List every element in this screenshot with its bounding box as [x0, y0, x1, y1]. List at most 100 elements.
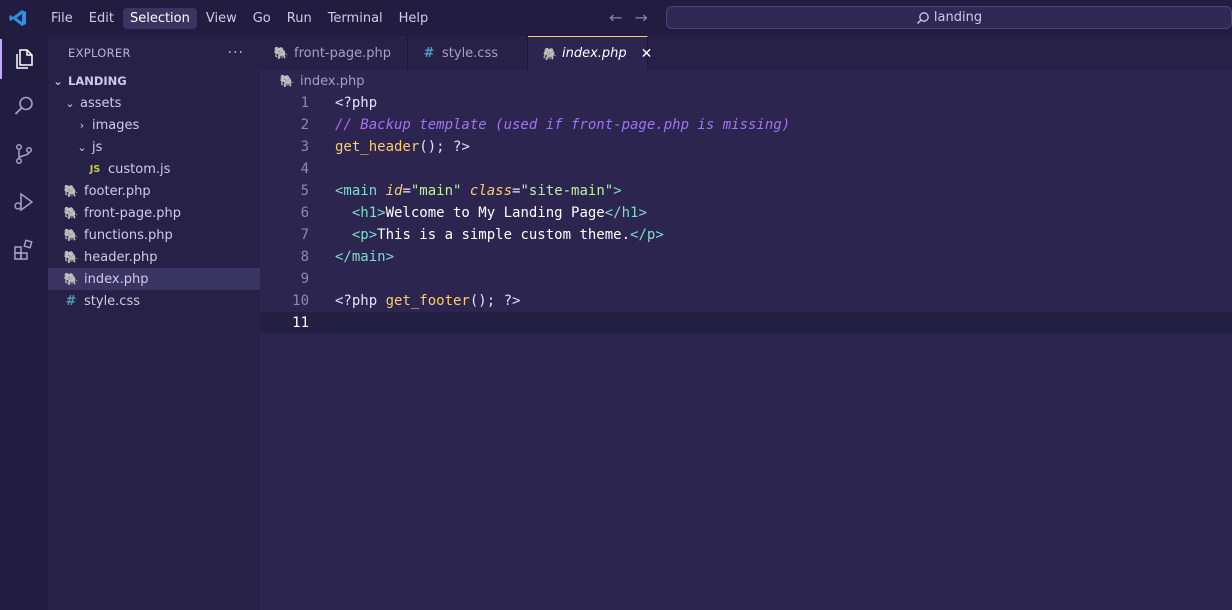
code-token: (); ?>	[419, 139, 470, 155]
source-control-icon[interactable]	[0, 134, 48, 174]
php-file-icon: 🐘	[63, 228, 79, 242]
code-line: 1 <?php	[260, 92, 1232, 114]
line-number: 1	[300, 95, 309, 111]
menu-view[interactable]: View	[199, 8, 244, 29]
line-number: 6	[300, 205, 309, 221]
code-line: 9	[260, 268, 1232, 290]
command-center-search[interactable]: landing	[666, 6, 1232, 29]
explorer-sidebar: EXPLORER ··· ⌄ LANDING ⌄ assets › images ⌄ js…	[48, 36, 276, 610]
code-token: <?php	[335, 95, 378, 111]
menu-help[interactable]: Help	[392, 8, 436, 29]
folder-item[interactable]: ⌄ js	[48, 136, 288, 158]
run-debug-icon[interactable]	[0, 182, 48, 222]
file-item[interactable]: 🐘 footer.php	[48, 180, 276, 202]
forward-arrow-icon[interactable]: →	[634, 8, 647, 28]
tab-label: style.css	[442, 45, 498, 61]
chevron-down-icon: ⌄	[53, 74, 63, 88]
back-arrow-icon[interactable]: ←	[609, 8, 622, 28]
file-item[interactable]: 🐘 functions.php	[48, 224, 276, 246]
code-line: 6 <h1>Welcome to My Landing Page</h1>	[260, 202, 1232, 224]
title-bar: File Edit Selection View Go Run Terminal Help ←…	[0, 0, 1232, 36]
nav-arrows: ← →	[609, 8, 648, 28]
php-file-icon: 🐘	[63, 184, 79, 198]
tab-label: index.php	[562, 46, 627, 61]
menu-terminal[interactable]: Terminal	[321, 8, 390, 29]
line-number: 3	[300, 139, 309, 155]
menu-run[interactable]: Run	[280, 8, 319, 29]
file-item[interactable]: 🐘 index.php	[48, 268, 276, 290]
file-item[interactable]: 🐘 header.php	[48, 246, 276, 268]
file-label: custom.js	[108, 161, 171, 177]
close-icon[interactable]: ✕	[641, 46, 653, 62]
breadcrumb: 🐘 index.php	[260, 70, 1232, 92]
explorer-icon[interactable]	[0, 39, 48, 79]
search-icon[interactable]	[0, 86, 48, 126]
line-number: 2	[300, 117, 309, 133]
code-token: </main>	[335, 249, 395, 265]
code-token: get_footer	[385, 293, 470, 309]
line-number: 11	[292, 315, 309, 331]
breadcrumb-file[interactable]: index.php	[300, 74, 364, 89]
activity-bar	[0, 36, 48, 610]
css-file-icon: #	[423, 45, 435, 61]
js-file-icon: JS	[89, 163, 101, 175]
code-text: <?php get_footer(); ?>	[335, 290, 520, 312]
code-line: 8 </main>	[260, 246, 1232, 268]
code-text: <p>This is a simple custom theme.</p>	[335, 224, 664, 246]
folder-root[interactable]: ⌄ LANDING	[48, 70, 264, 92]
folder-root-label: LANDING	[68, 74, 127, 88]
line-number: 7	[300, 227, 309, 243]
code-token: This is a simple custom theme.	[377, 227, 631, 243]
vscode-logo-icon	[9, 9, 27, 27]
code-text: <h1>Welcome to My Landing Page</h1>	[335, 202, 647, 224]
menu-go[interactable]: Go	[246, 8, 278, 29]
file-label: functions.php	[84, 227, 173, 243]
code-token: </p>	[630, 227, 664, 243]
chevron-right-icon: ›	[79, 118, 85, 132]
search-icon	[916, 11, 929, 24]
code-token: =	[402, 183, 411, 199]
tab-style-css[interactable]: # style.css	[408, 36, 528, 70]
line-number: 8	[300, 249, 309, 265]
code-token: class	[469, 183, 513, 199]
line-number: 5	[300, 183, 309, 199]
code-token: (); ?>	[469, 293, 521, 309]
code-editor[interactable]: 1 <?php 2 // Backup template (used if front…	[260, 92, 1232, 610]
tab-front-page-php[interactable]: 🐘 front-page.php	[260, 36, 408, 70]
code-token: // Backup template (used if front-page.p…	[335, 117, 791, 133]
tab-label: front-page.php	[294, 45, 391, 61]
php-file-icon: 🐘	[63, 272, 79, 286]
file-label: index.php	[84, 271, 149, 287]
code-token: get_header	[335, 139, 420, 155]
code-line: 2 // Backup template (used if front-page.…	[260, 114, 1232, 136]
explorer-header: EXPLORER ···	[48, 36, 260, 70]
menu-file[interactable]: File	[44, 8, 80, 29]
explorer-title: EXPLORER	[68, 46, 131, 60]
code-token: >	[613, 183, 622, 199]
tab-index-php[interactable]: 🐘 index.php ✕	[528, 36, 652, 70]
menu-selection[interactable]: Selection	[122, 7, 197, 29]
more-actions-icon[interactable]: ···	[228, 45, 244, 61]
file-item[interactable]: 🐘 front-page.php	[48, 202, 276, 224]
folder-item[interactable]: ⌄ assets	[48, 92, 276, 114]
file-item[interactable]: # style.css	[48, 290, 276, 312]
menu-bar: File Edit Selection View Go Run Terminal Help	[44, 7, 437, 29]
code-text: get_header(); ?>	[335, 136, 470, 158]
file-label: header.php	[84, 249, 158, 265]
extensions-icon[interactable]	[0, 230, 48, 270]
line-number: 9	[300, 271, 309, 287]
file-label: style.css	[84, 293, 140, 309]
code-token: <main	[335, 183, 386, 199]
code-text: // Backup template (used if front-page.p…	[335, 114, 790, 136]
folder-item[interactable]: › images	[48, 114, 288, 136]
line-number: 10	[292, 293, 309, 309]
code-text: <main id="main" class="site-main">	[335, 180, 622, 202]
code-token: Welcome to My Landing Page	[385, 205, 605, 221]
menu-edit[interactable]: Edit	[82, 8, 121, 29]
code-line: 3 get_header(); ?>	[260, 136, 1232, 158]
php-file-icon: 🐘	[63, 206, 79, 220]
code-line: 7 <p>This is a simple custom theme.</p>	[260, 224, 1232, 246]
file-label: assets	[80, 95, 122, 111]
